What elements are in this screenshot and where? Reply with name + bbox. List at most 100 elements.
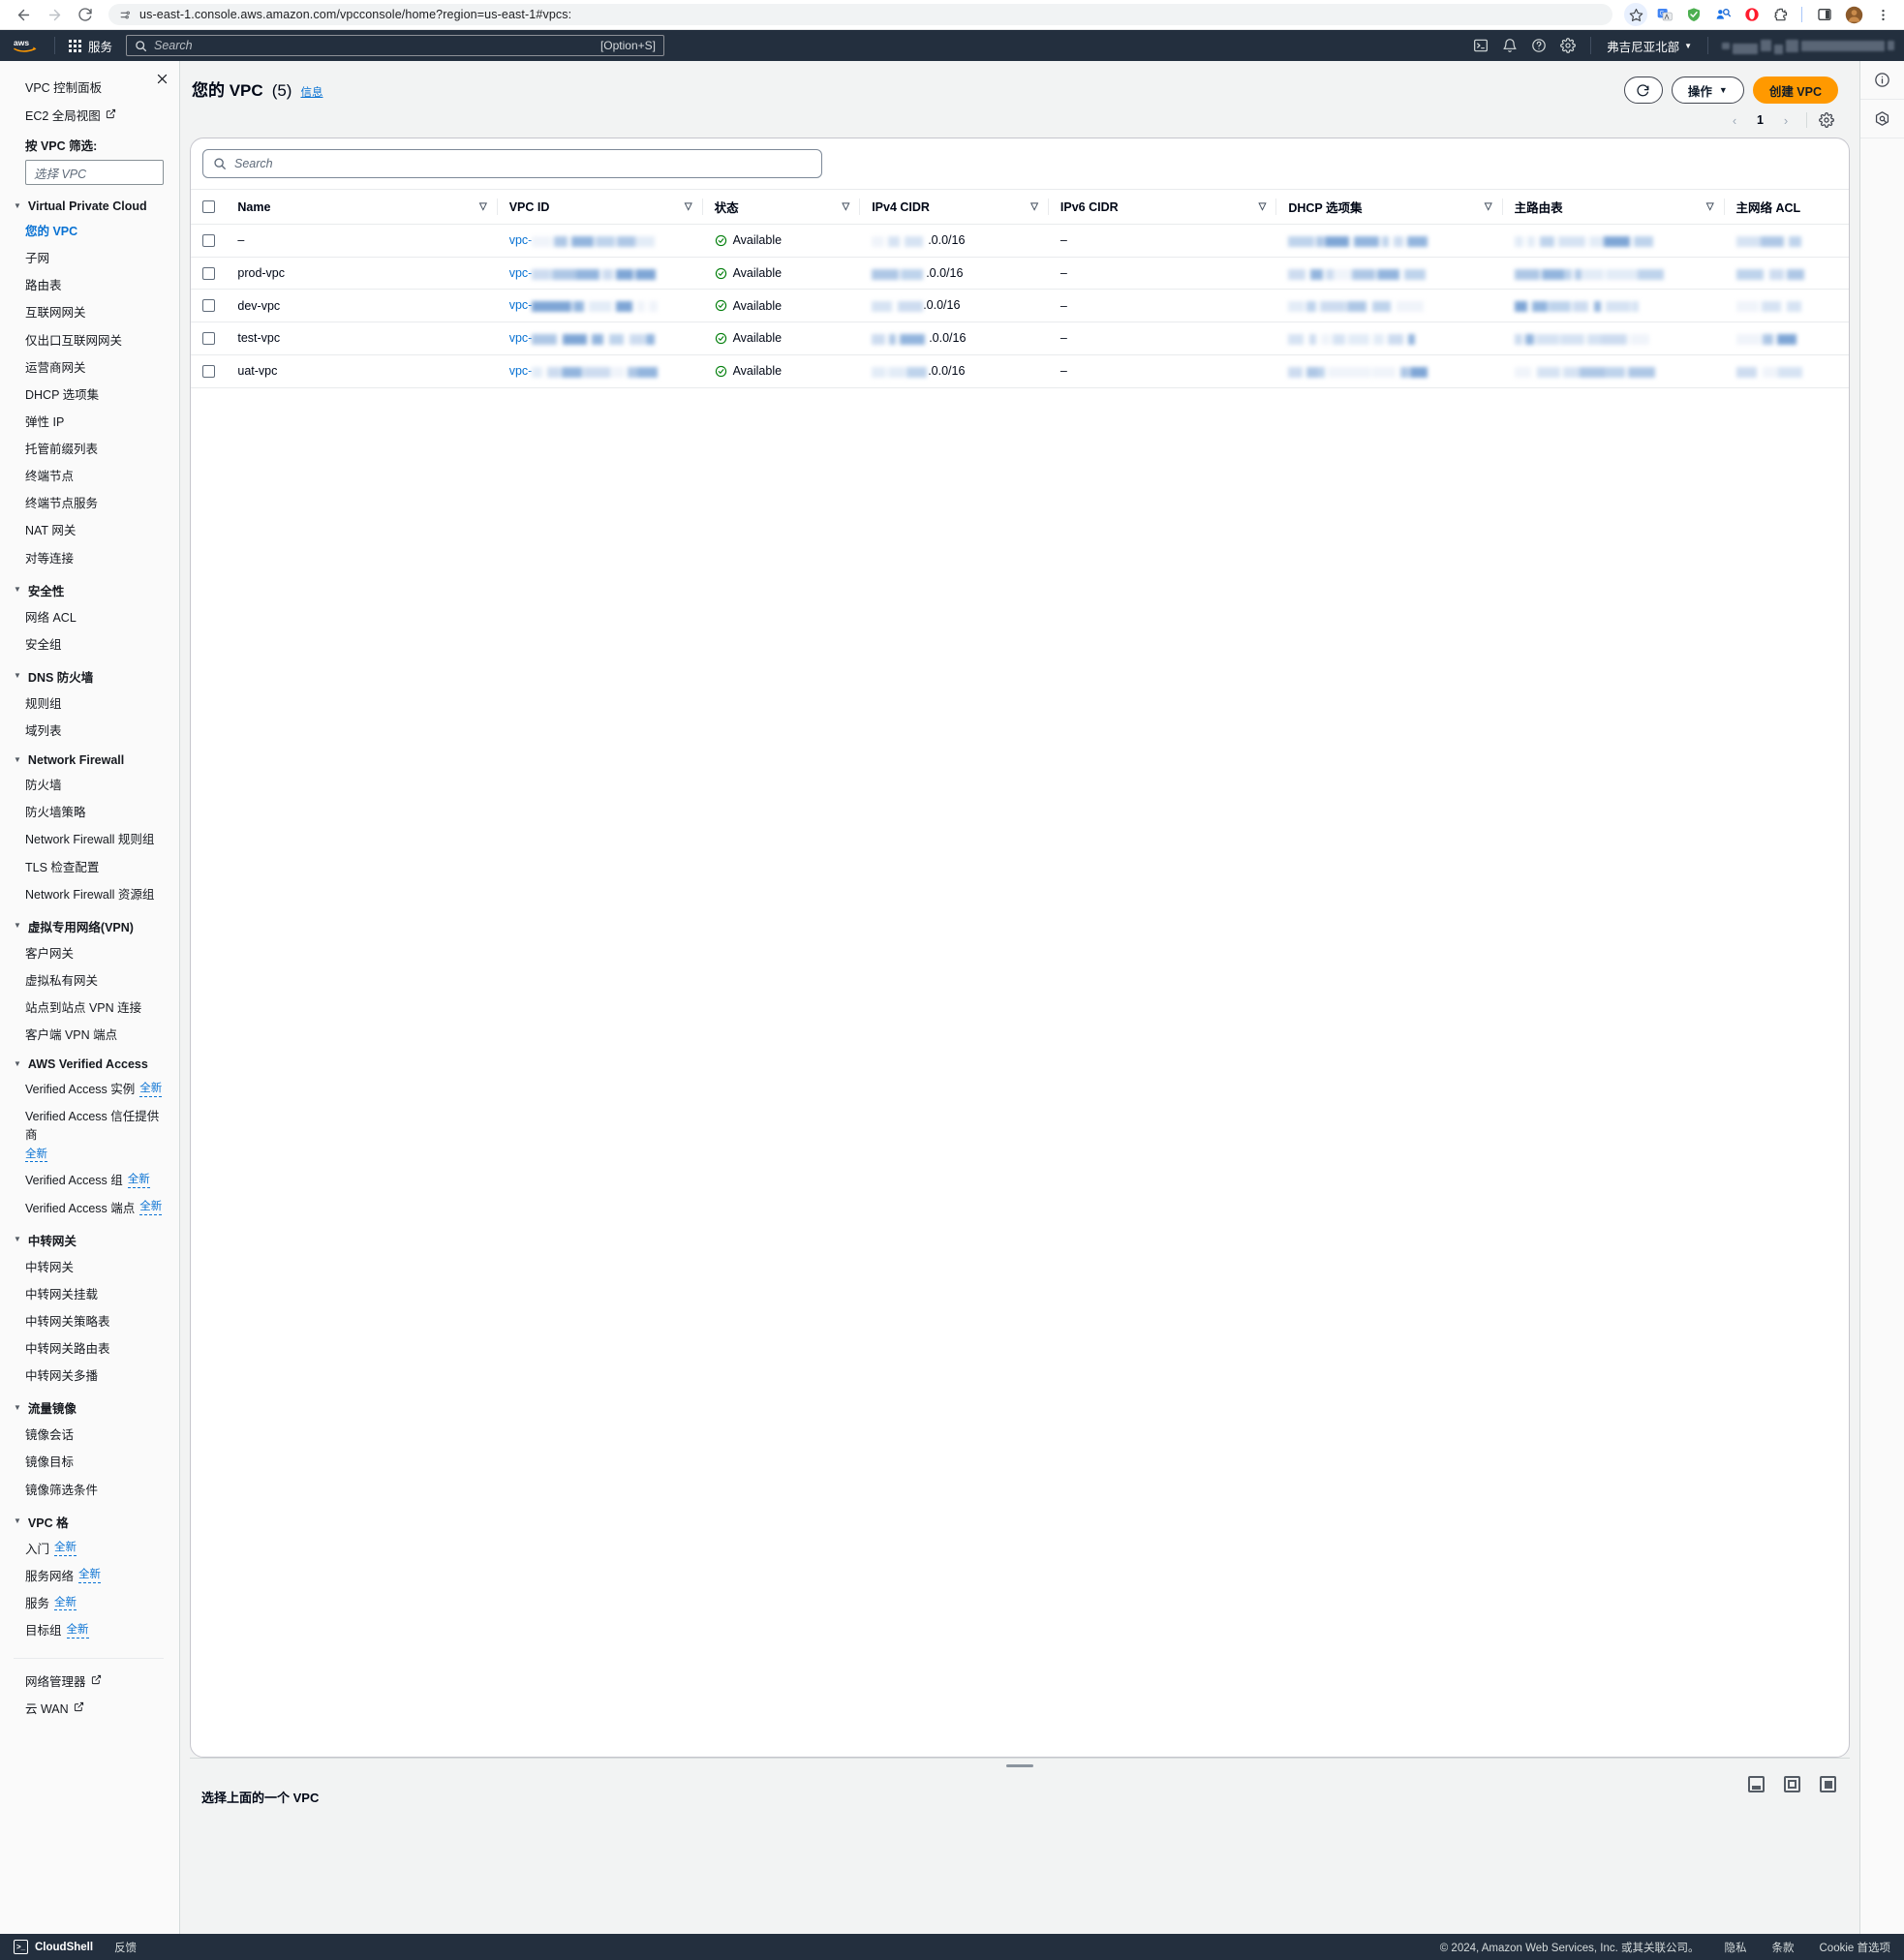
- sidebar-item-5-0[interactable]: Verified Access 实例 全新: [0, 1076, 179, 1103]
- sidebar-item-6-3[interactable]: 中转网关路由表: [0, 1335, 179, 1363]
- table-row[interactable]: test-vpc vpc- Available .0.0/16 –: [191, 322, 1849, 355]
- cookie-preferences-link[interactable]: Cookie 首选项: [1820, 1940, 1891, 1955]
- sidebar-group-header[interactable]: ▼ VPC 格: [0, 1504, 179, 1536]
- sidebar-item-5-2[interactable]: Verified Access 组全新: [0, 1167, 179, 1194]
- row-checkbox[interactable]: [202, 233, 215, 247]
- vpc-id-link[interactable]: vpc-: [509, 298, 533, 312]
- vpc-id-link[interactable]: vpc-: [509, 331, 533, 345]
- row-checkbox[interactable]: [202, 331, 215, 345]
- panel-side-icon[interactable]: [1784, 1776, 1800, 1792]
- sidebar-group-header[interactable]: ▼ 中转网关: [0, 1222, 179, 1254]
- services-menu-button[interactable]: 服务: [63, 33, 118, 59]
- refresh-button[interactable]: [1623, 77, 1663, 104]
- sidebar-item-0-7[interactable]: 弹性 IP: [0, 409, 179, 436]
- sidebar-item-7-2[interactable]: 镜像筛选条件: [0, 1477, 179, 1504]
- sidebar-item-0-8[interactable]: 托管前缀列表: [0, 436, 179, 463]
- info-link[interactable]: 信息: [300, 84, 322, 100]
- sidebar-item-3-0[interactable]: 防火墙: [0, 772, 179, 799]
- sidebar-item-0-12[interactable]: 对等连接: [0, 545, 179, 572]
- sidebar-item-1-0[interactable]: 网络 ACL: [0, 604, 179, 631]
- sidebar-item-4-3[interactable]: 客户端 VPN 端点: [0, 1022, 179, 1049]
- row-checkbox[interactable]: [202, 266, 215, 280]
- sidebar-group-header[interactable]: ▼ AWS Verified Access: [0, 1049, 179, 1076]
- sidebar-item-3-2[interactable]: Network Firewall 规则组: [0, 826, 179, 853]
- sidebar-item-8-2[interactable]: 服务 全新: [0, 1590, 179, 1617]
- cloudshell-icon[interactable]: [1466, 33, 1495, 58]
- sidebar-group-header[interactable]: ▼ 虚拟专用网络(VPN): [0, 908, 179, 940]
- sidebar-item-8-0[interactable]: 入门 全新: [0, 1536, 179, 1563]
- sidepanel-icon[interactable]: [1813, 3, 1836, 26]
- panel-full-icon[interactable]: [1820, 1776, 1836, 1792]
- sidebar-item-8-3[interactable]: 目标组 全新: [0, 1617, 179, 1644]
- reload-icon[interactable]: [72, 1, 99, 28]
- terms-link[interactable]: 条款: [1772, 1940, 1795, 1955]
- sidebar-item-7-1[interactable]: 镜像目标: [0, 1449, 179, 1476]
- close-icon[interactable]: [152, 69, 171, 88]
- sidebar-item-ec2-global-view[interactable]: EC2 全局视图: [0, 101, 179, 129]
- sidebar-item-0-5[interactable]: 运营商网关: [0, 354, 179, 382]
- page-number[interactable]: 1: [1749, 113, 1771, 127]
- vpc-id-link[interactable]: vpc-: [509, 364, 533, 378]
- column-header-ipv4-cidr[interactable]: IPv4 CIDR ▽: [860, 189, 1049, 225]
- sidebar-item-2-0[interactable]: 规则组: [0, 690, 179, 718]
- table-row[interactable]: prod-vpc vpc- Available .0.0/16 –: [191, 257, 1849, 291]
- sidebar-item-6-4[interactable]: 中转网关多播: [0, 1363, 179, 1390]
- sidebar-item-8-1[interactable]: 服务网络 全新: [0, 1563, 179, 1590]
- star-icon[interactable]: [1624, 3, 1647, 26]
- sidebar-item-6-2[interactable]: 中转网关策略表: [0, 1308, 179, 1335]
- sidebar-item-0-3[interactable]: 互联网网关: [0, 299, 179, 326]
- split-panel-drag-handle[interactable]: [1006, 1764, 1033, 1767]
- sidebar-item-0-4[interactable]: 仅出口互联网网关: [0, 327, 179, 354]
- shield-hex-icon[interactable]: [1859, 100, 1904, 138]
- sidebar-item-5-1[interactable]: Verified Access 信任提供商 全新: [0, 1103, 179, 1167]
- sidebar-item-0-0[interactable]: 您的 VPC: [0, 218, 179, 245]
- row-checkbox[interactable]: [202, 299, 215, 313]
- sidebar-group-header[interactable]: ▼ 流量镜像: [0, 1390, 179, 1422]
- select-all-checkbox[interactable]: [202, 200, 215, 213]
- avatar-icon[interactable]: [1842, 3, 1865, 26]
- sidebar-item-0-10[interactable]: 终端节点服务: [0, 490, 179, 517]
- opera-icon[interactable]: [1740, 3, 1764, 26]
- info-circle-icon[interactable]: [1859, 61, 1904, 100]
- sidebar-item-3-4[interactable]: Network Firewall 资源组: [0, 881, 179, 908]
- translate-icon[interactable]: G: [1653, 3, 1676, 26]
- column-header-status[interactable]: 状态 ▽: [702, 189, 861, 225]
- table-preferences-gear-icon[interactable]: [1815, 108, 1838, 132]
- column-header-main-network-acl[interactable]: 主网络 ACL: [1724, 189, 1849, 225]
- panel-bottom-icon[interactable]: [1748, 1776, 1765, 1792]
- vpc-id-link[interactable]: vpc-: [509, 233, 533, 247]
- notifications-bell-icon[interactable]: [1495, 33, 1524, 58]
- sidebar-item-0-2[interactable]: 路由表: [0, 272, 179, 299]
- sidebar-item-0-6[interactable]: DHCP 选项集: [0, 382, 179, 409]
- sidebar-group-header[interactable]: ▼ Virtual Private Cloud: [0, 191, 179, 218]
- sidebar-item-6-0[interactable]: 中转网关: [0, 1254, 179, 1281]
- help-question-icon[interactable]: [1524, 33, 1553, 58]
- global-search-input[interactable]: Search [Option+S]: [126, 35, 665, 56]
- sidebar-group-header[interactable]: ▼ DNS 防火墙: [0, 658, 179, 690]
- vpc-filter-select[interactable]: 选择 VPC: [25, 160, 164, 185]
- cloudshell-button[interactable]: >_ CloudShell: [14, 1940, 93, 1954]
- sidebar-item-6-1[interactable]: 中转网关挂载: [0, 1281, 179, 1308]
- privacy-link[interactable]: 隐私: [1725, 1940, 1747, 1955]
- account-menu[interactable]: [1716, 38, 1894, 54]
- shield-icon[interactable]: [1682, 3, 1705, 26]
- sidebar-bottom-link-1[interactable]: 云 WAN: [0, 1696, 179, 1723]
- sidebar-item-5-3[interactable]: Verified Access 端点 全新: [0, 1195, 179, 1222]
- kebab-menu-icon[interactable]: [1871, 3, 1894, 26]
- sidebar-item-3-1[interactable]: 防火墙策略: [0, 799, 179, 826]
- region-selector[interactable]: 弗吉尼亚北部 ▼: [1599, 33, 1700, 59]
- back-arrow-icon[interactable]: [10, 1, 37, 28]
- sidebar-item-3-3[interactable]: TLS 检查配置: [0, 854, 179, 881]
- vpc-id-link[interactable]: vpc-: [509, 266, 533, 280]
- sidebar-item-0-1[interactable]: 子网: [0, 245, 179, 272]
- sidebar-item-4-1[interactable]: 虚拟私有网关: [0, 967, 179, 995]
- aws-logo[interactable]: aws: [10, 36, 46, 55]
- column-header-name[interactable]: Name ▽: [226, 189, 498, 225]
- column-header-vpc-id[interactable]: VPC ID ▽: [497, 189, 703, 225]
- create-vpc-button[interactable]: 创建 VPC: [1752, 77, 1838, 104]
- sidebar-item-0-9[interactable]: 终端节点: [0, 463, 179, 490]
- address-bar[interactable]: us-east-1.console.aws.amazon.com/vpccons…: [108, 4, 1612, 25]
- sidebar-item-4-2[interactable]: 站点到站点 VPN 连接: [0, 995, 179, 1022]
- search-input[interactable]: Search: [202, 149, 822, 178]
- sidebar-item-4-0[interactable]: 客户网关: [0, 940, 179, 967]
